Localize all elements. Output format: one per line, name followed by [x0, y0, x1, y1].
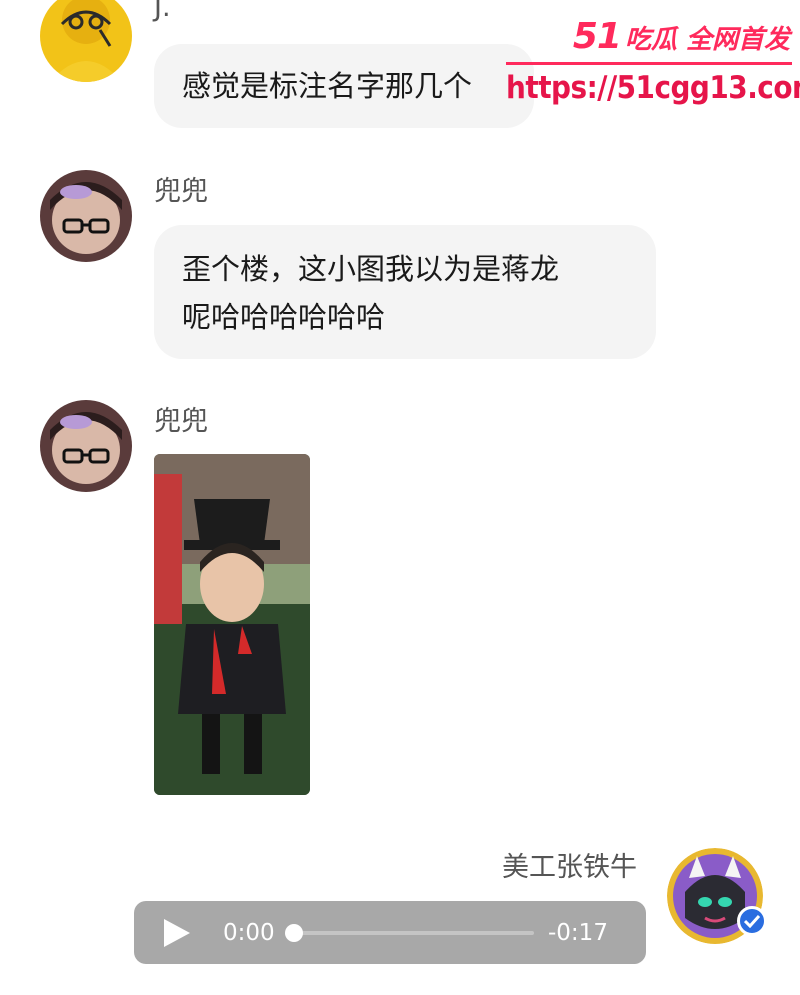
watermark-logo: 51 吃瓜 全网首发: [573, 16, 790, 57]
watermark-divider: [506, 62, 792, 65]
watermark-brand-text: 吃瓜 全网首发: [624, 25, 790, 55]
sender-name: 美工张铁牛: [502, 852, 637, 883]
message-bubble: 歪个楼，这小图我以为是蒋龙 呢哈哈哈哈哈哈: [154, 225, 656, 359]
sender-name: J.: [154, 0, 171, 23]
watermark: 51 吃瓜 全网首发 https://51cgg13.com: [500, 10, 800, 110]
message-photo[interactable]: [154, 454, 310, 795]
audio-progress-track[interactable]: [285, 924, 534, 942]
sender-name: 兜兜: [154, 406, 208, 437]
verified-check-icon: [737, 906, 767, 936]
sender-name: 兜兜: [154, 176, 208, 207]
message-text-line: 呢哈哈哈哈哈哈: [182, 300, 386, 334]
audio-current-time: 0:00: [223, 920, 275, 946]
audio-player[interactable]: 0:00 -0:17: [134, 901, 646, 964]
play-icon[interactable]: [164, 919, 190, 947]
audio-scrubber-knob[interactable]: [285, 924, 303, 942]
message-text-line: 歪个楼，这小图我以为是蒋龙: [182, 252, 560, 286]
watermark-brand-number: 51: [572, 16, 622, 57]
watermark-url: https://51cgg13.com: [506, 70, 800, 106]
message-bubble: 感觉是标注名字那几个: [154, 44, 534, 128]
avatar-doudou[interactable]: [40, 170, 132, 262]
audio-remaining-time: -0:17: [548, 920, 608, 946]
message-text: 感觉是标注名字那几个: [182, 69, 473, 103]
avatar-doudou[interactable]: [40, 400, 132, 492]
avatar-j[interactable]: [40, 0, 132, 82]
